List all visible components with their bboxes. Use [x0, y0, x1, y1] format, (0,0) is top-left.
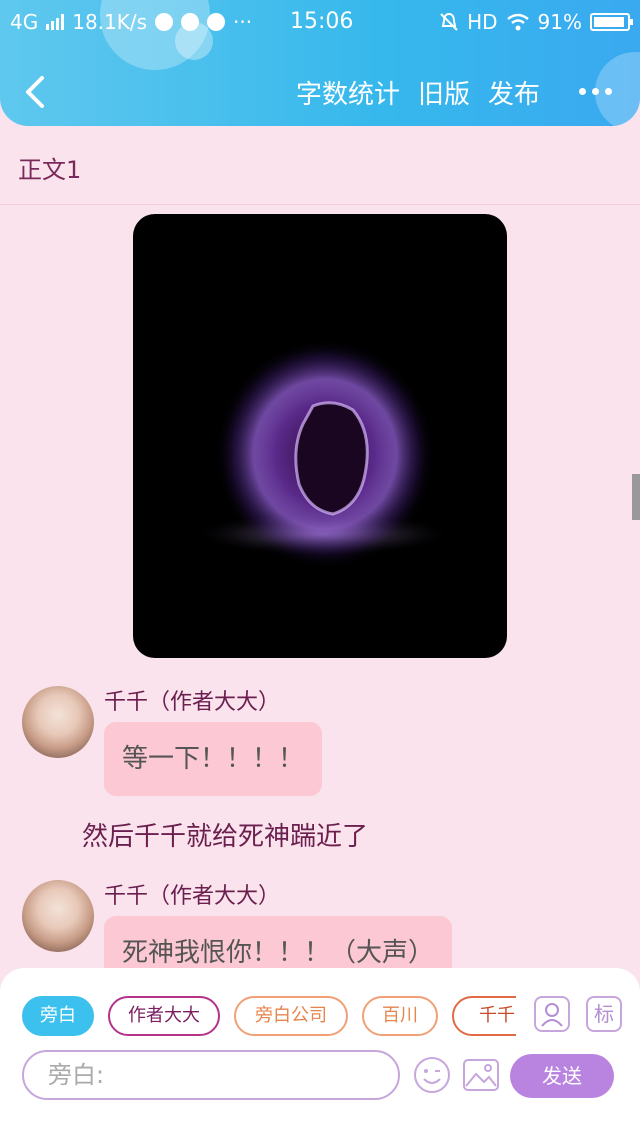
avatar[interactable] [22, 880, 94, 952]
speaker-name: 千千（作者大大） [104, 690, 281, 715]
mute-bell-icon [440, 12, 458, 31]
send-button[interactable]: 发送 [510, 1054, 614, 1098]
chat-notification-icon [181, 13, 200, 31]
clock: 15:06 [290, 9, 354, 34]
publish-button[interactable]: 发布 [488, 74, 540, 111]
image-icon[interactable] [462, 1056, 500, 1094]
signal-icon [46, 14, 65, 30]
role-chip-narrator[interactable]: 旁白 [22, 996, 94, 1036]
role-chip-author[interactable]: 作者大大 [108, 996, 220, 1036]
status-bar: 4G 18.1K/s ··· 15:06 HD 91% [0, 0, 640, 44]
network-speed: 18.1K/s [72, 10, 148, 34]
tag-icon[interactable]: 标 [586, 996, 622, 1032]
speaker-name: 千千（作者大大） [104, 884, 281, 909]
hd-indicator: HD [467, 10, 498, 34]
media-notification-icon [207, 13, 226, 31]
app-notification-icon [155, 13, 174, 31]
app-header: 4G 18.1K/s ··· 15:06 HD 91% 字数统计 旧版 发布 [0, 0, 640, 126]
role-chip-narrator-company[interactable]: 旁白公司 [234, 996, 348, 1036]
more-notifications-icon: ··· [233, 10, 253, 34]
role-selector: 旁白 作者大大 旁白公司 百川 千千 [22, 996, 516, 1036]
more-options-icon[interactable] [579, 88, 612, 95]
battery-percent: 91% [537, 10, 582, 34]
narration-text[interactable]: 然后千千就给死神踹近了 [82, 816, 368, 853]
character-manage-icon[interactable] [534, 996, 570, 1032]
network-type: 4G [10, 10, 39, 34]
back-chevron-icon[interactable] [18, 70, 58, 114]
message-bubble[interactable]: 等一下！！！！ [104, 722, 323, 796]
scrollbar-handle[interactable] [632, 474, 640, 520]
wifi-icon [506, 13, 529, 31]
story-image[interactable] [133, 214, 507, 658]
role-chip-qianqian[interactable]: 千千 [452, 996, 516, 1036]
message-input[interactable] [22, 1050, 400, 1100]
word-count-button[interactable]: 字数统计 [296, 74, 400, 111]
battery-icon [590, 13, 633, 31]
emoji-icon[interactable] [413, 1056, 451, 1094]
role-chip-baichuan[interactable]: 百川 [362, 996, 438, 1036]
avatar[interactable] [22, 686, 94, 758]
composer-panel: 旁白 作者大大 旁白公司 百川 千千 标 发送 [0, 968, 640, 1138]
divider [0, 204, 640, 205]
section-title: 正文1 [18, 156, 82, 184]
old-version-button[interactable]: 旧版 [418, 74, 470, 111]
